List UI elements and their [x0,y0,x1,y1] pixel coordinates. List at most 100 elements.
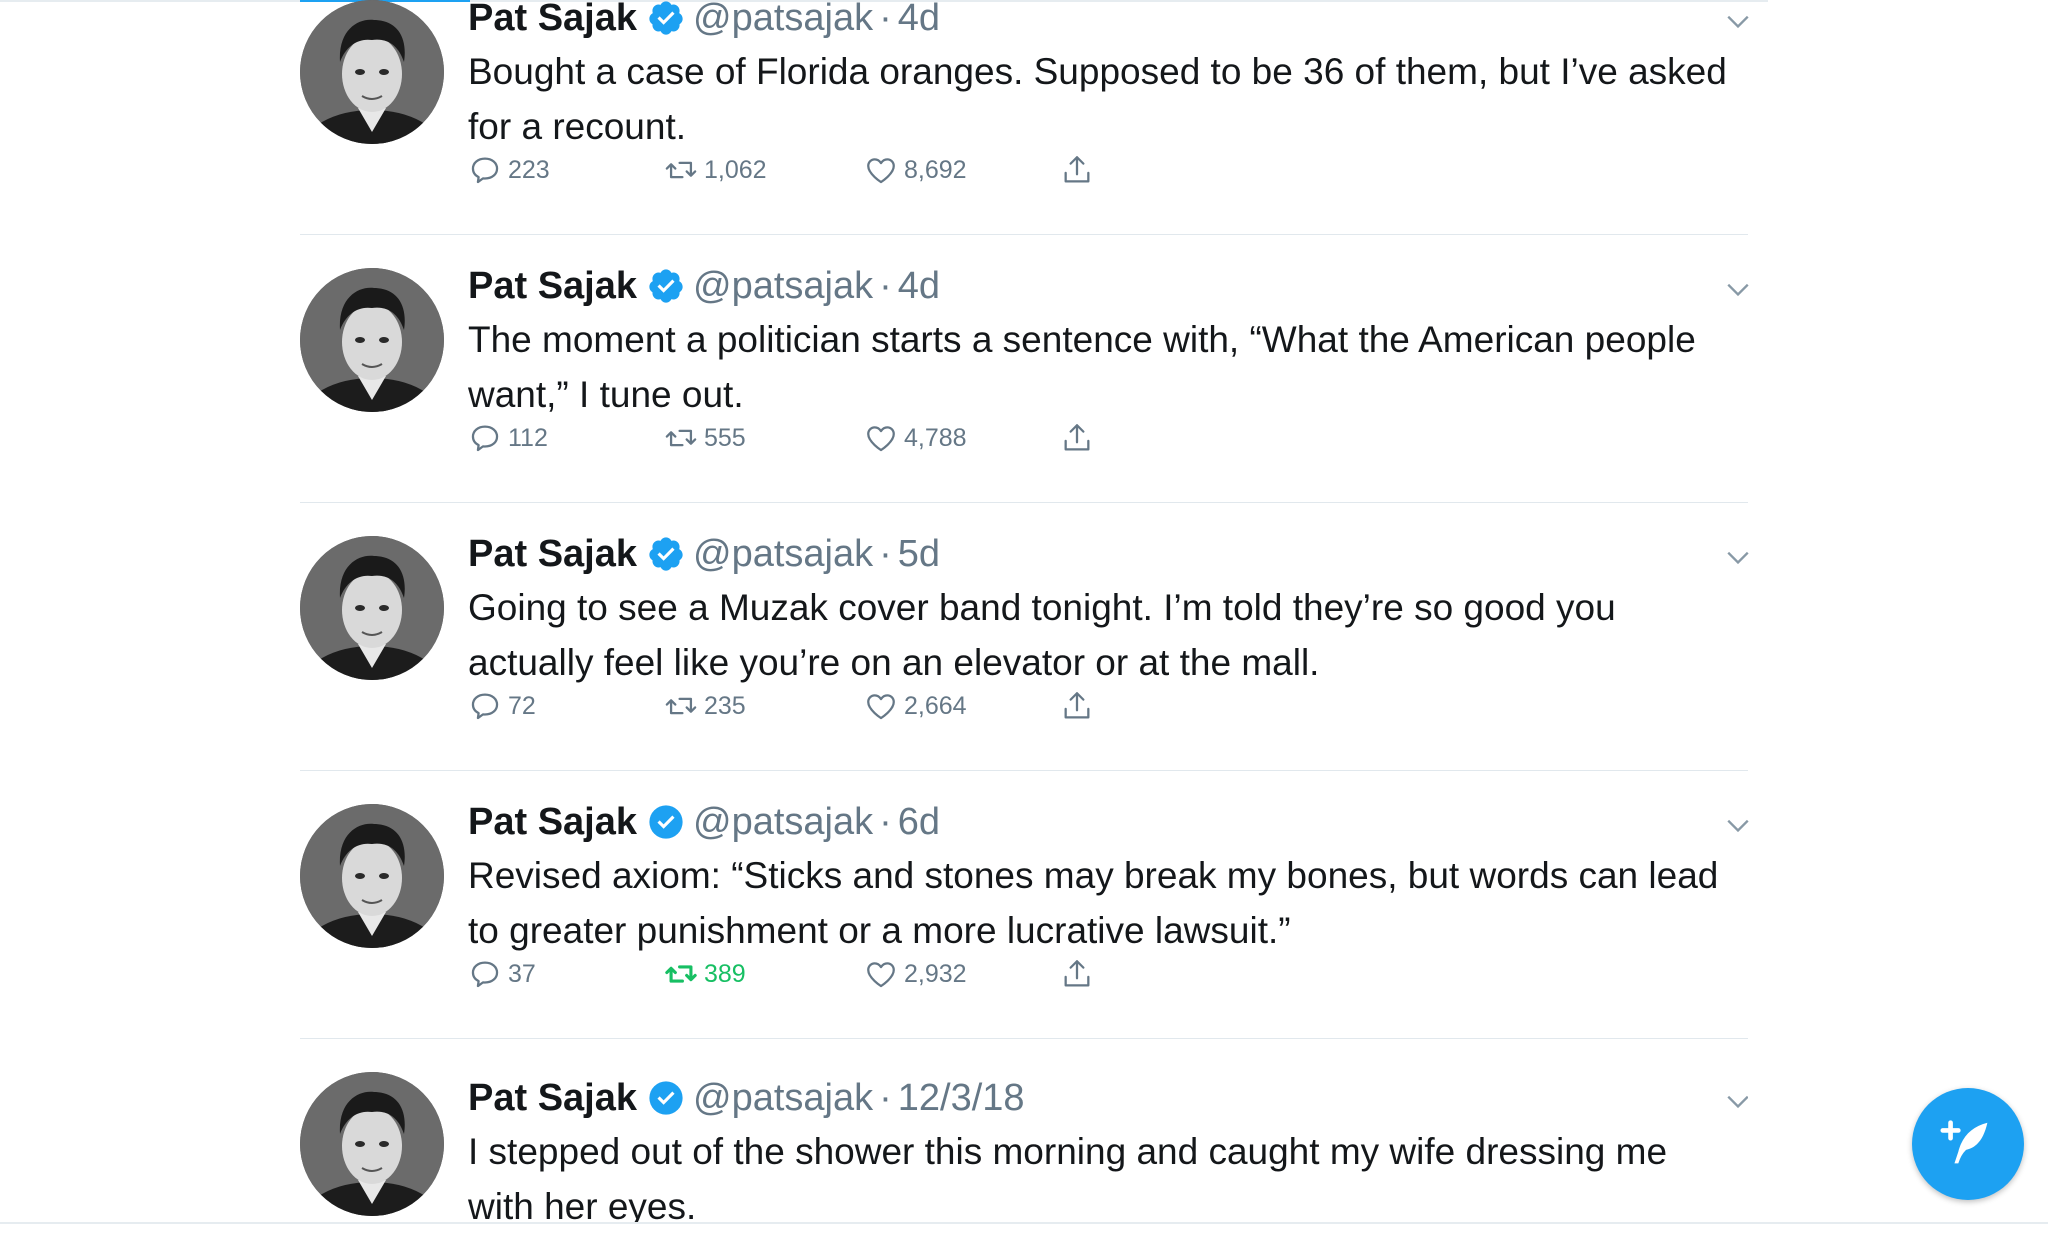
tweet-header: Pat Sajak @patsajak · 12/3/18 [468,1072,1025,1124]
avatar[interactable] [300,804,444,948]
share-upload-icon [1064,424,1090,451]
reply-bubble-icon [471,961,499,988]
heart-icon [867,158,895,184]
display-name[interactable]: Pat Sajak [468,801,637,844]
avatar-portrait [300,0,444,144]
reply-count: 72 [508,691,536,720]
retweet-button[interactable]: 389 [664,952,746,996]
verified-badge-icon [649,537,683,571]
tweet-header: Pat Sajak @patsajak · 5d [468,528,940,580]
timestamp[interactable]: 5d [898,533,940,576]
chevron-down-icon[interactable] [1725,8,1751,34]
reply-count: 112 [508,423,548,452]
tweet[interactable]: Pat Sajak @patsajak · 5d Going to see a … [300,533,1751,804]
retweet-icon [665,161,697,179]
share-button[interactable] [1060,148,1094,192]
avatar-portrait [300,268,444,412]
reply-button[interactable]: 112 [468,416,548,460]
timestamp[interactable]: 4d [898,0,940,40]
retweet-icon [665,965,697,983]
tweet-text: I stepped out of the shower this morning… [468,1131,1668,1222]
tweet-divider [300,1038,1748,1039]
verified-badge-icon [649,1081,683,1115]
retweet-icon [665,697,697,715]
display-name[interactable]: Pat Sajak [468,1077,637,1120]
like-count: 2,932 [904,959,967,988]
heart-icon [867,962,895,988]
compose-tweet-button[interactable] [1912,1088,2024,1200]
avatar-portrait [300,804,444,948]
handle[interactable]: @patsajak [693,801,873,844]
tweet[interactable]: Pat Sajak @patsajak · 4d The moment a po… [300,265,1751,536]
share-upload-icon [1064,156,1090,183]
chevron-down-icon[interactable] [1725,276,1751,302]
chevron-down-icon[interactable] [1725,1088,1748,1114]
verified-badge-icon [649,269,683,303]
tweet[interactable]: Pat Sajak @patsajak · 12/3/18 I stepped … [300,1072,1748,1222]
avatar[interactable] [300,536,444,680]
avatar[interactable] [300,268,444,412]
avatar[interactable] [300,0,444,144]
like-count: 4,788 [904,423,967,452]
retweet-button[interactable]: 1,062 [664,148,767,192]
reply-bubble-icon [471,425,499,452]
display-name[interactable]: Pat Sajak [468,265,637,308]
like-button[interactable]: 2,664 [864,684,967,728]
verified-badge-icon [649,1,683,35]
verified-badge-icon [649,805,683,839]
tweet-header: Pat Sajak @patsajak · 4d [468,260,940,312]
reply-button[interactable]: 223 [468,148,550,192]
share-button[interactable] [1060,952,1094,996]
handle[interactable]: @patsajak [693,0,873,40]
share-button[interactable] [1060,684,1094,728]
like-button[interactable]: 4,788 [864,416,967,460]
chevron-down-icon[interactable] [1725,812,1751,838]
retweet-count: 235 [704,691,746,720]
tweet-divider [300,770,1748,771]
like-count: 8,692 [904,155,967,184]
retweet-button[interactable]: 555 [664,416,746,460]
reply-count: 37 [508,959,536,988]
retweet-icon [665,429,697,447]
timeline: Pat Sajak @patsajak · 4d Bought a case o… [0,0,2048,1241]
retweet-count: 389 [704,959,746,988]
reply-button[interactable]: 37 [468,952,536,996]
retweet-button[interactable]: 235 [664,684,746,728]
tweet[interactable]: Pat Sajak @patsajak · 4d Bought a case o… [300,0,1751,268]
like-button[interactable]: 8,692 [864,148,967,192]
timestamp[interactable]: 4d [898,265,940,308]
handle[interactable]: @patsajak [693,1077,873,1120]
tweet-header: Pat Sajak @patsajak · 6d [468,796,940,848]
retweet-count: 1,062 [704,155,767,184]
heart-icon [867,426,895,452]
separator-dot: · [879,264,892,307]
display-name[interactable]: Pat Sajak [468,533,637,576]
share-upload-icon [1064,692,1090,719]
avatar[interactable] [300,1072,444,1216]
tweet-text: Bought a case of Florida oranges. Suppos… [468,51,1727,147]
tweet-text: Going to see a Muzak cover band tonight.… [468,587,1616,683]
chevron-down-icon[interactable] [1725,544,1751,570]
reply-bubble-icon [471,157,499,184]
share-button[interactable] [1060,416,1094,460]
display-name[interactable]: Pat Sajak [468,0,637,40]
tweet-divider [300,502,1748,503]
handle[interactable]: @patsajak [693,265,873,308]
share-upload-icon [1064,960,1090,987]
timestamp[interactable]: 12/3/18 [898,1077,1025,1120]
bottom-border [0,1222,2048,1224]
retweet-count: 555 [704,423,746,452]
timestamp[interactable]: 6d [898,801,940,844]
like-button[interactable]: 2,932 [864,952,967,996]
tweet-text: The moment a politician starts a sentenc… [468,319,1696,415]
reply-button[interactable]: 72 [468,684,536,728]
separator-dot: · [879,800,892,843]
separator-dot: · [879,1076,892,1119]
tweet-text: Revised axiom: “Sticks and stones may br… [468,855,1719,951]
handle[interactable]: @patsajak [693,533,873,576]
separator-dot: · [879,532,892,575]
avatar-portrait [300,536,444,680]
compose-tweet-icon [1940,1120,1988,1164]
reply-count: 223 [508,155,550,184]
tweet[interactable]: Pat Sajak @patsajak · 6d Revised axiom: … [300,801,1751,1072]
